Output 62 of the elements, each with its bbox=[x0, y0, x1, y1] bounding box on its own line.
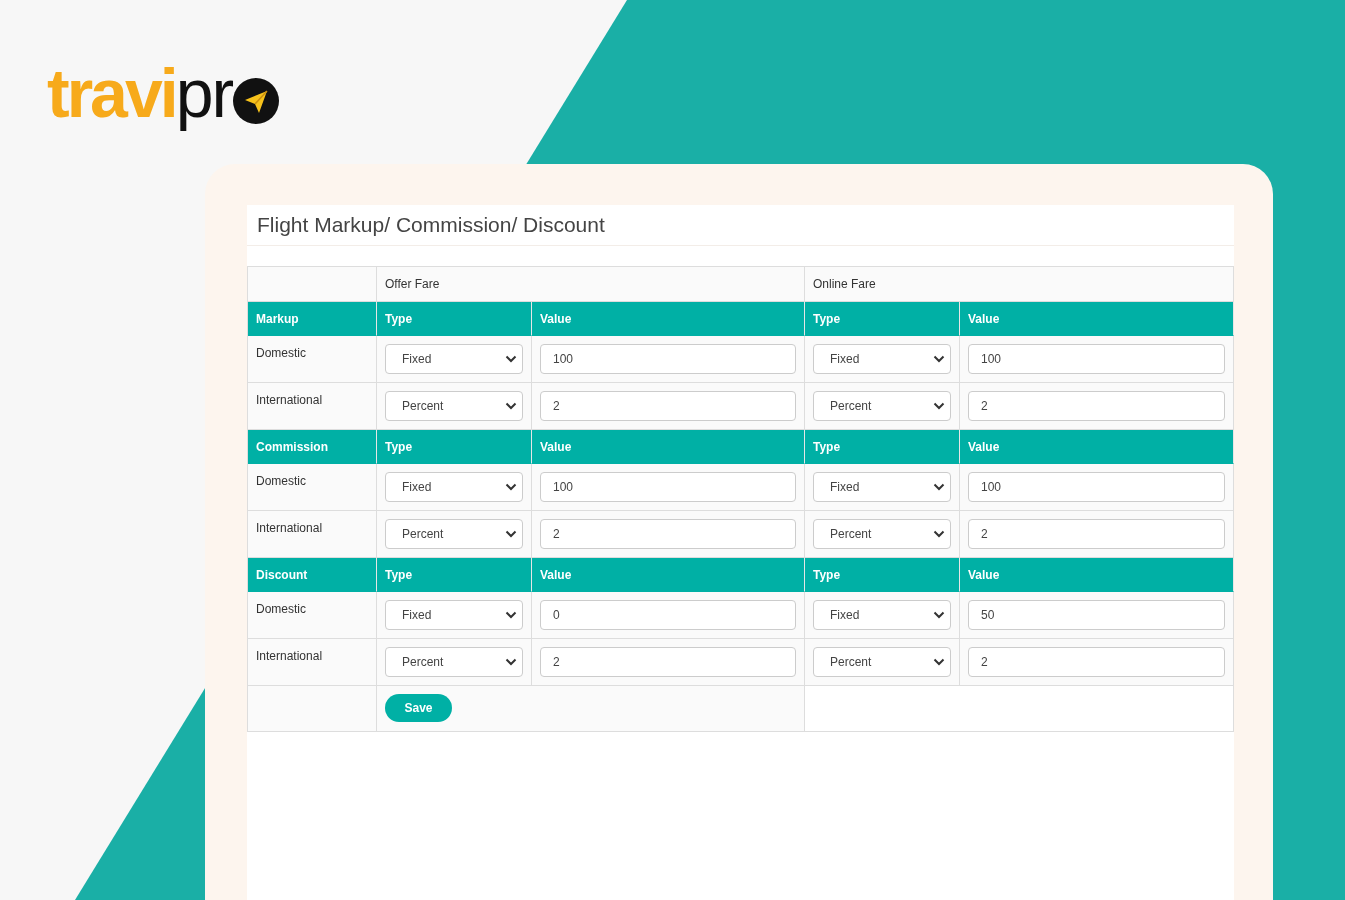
value-input[interactable]: 100 bbox=[540, 344, 796, 374]
section-header: Markup bbox=[248, 302, 377, 336]
value-input[interactable]: 100 bbox=[540, 472, 796, 502]
row-label: Domestic bbox=[248, 464, 377, 511]
type-dropdown[interactable]: Percent bbox=[813, 647, 951, 677]
chevron-down-icon bbox=[933, 611, 945, 619]
value-input[interactable]: 50 bbox=[968, 600, 1225, 630]
column-header: Value bbox=[960, 430, 1234, 464]
value-input[interactable]: 2 bbox=[968, 391, 1225, 421]
chevron-down-icon bbox=[933, 658, 945, 666]
logo-text: travi bbox=[47, 58, 176, 128]
type-dropdown[interactable]: Percent bbox=[385, 519, 523, 549]
row-label: International bbox=[248, 639, 377, 686]
chevron-down-icon bbox=[933, 483, 945, 491]
value-input[interactable]: 2 bbox=[968, 647, 1225, 677]
column-header: Type bbox=[377, 430, 532, 464]
column-header: Value bbox=[532, 302, 805, 336]
row-label: International bbox=[248, 383, 377, 430]
chevron-down-icon bbox=[505, 658, 517, 666]
chevron-down-icon bbox=[933, 402, 945, 410]
value-input[interactable]: 2 bbox=[540, 519, 796, 549]
column-header: Type bbox=[805, 558, 960, 592]
row-label: Domestic bbox=[248, 336, 377, 383]
value-input[interactable]: 0 bbox=[540, 600, 796, 630]
type-dropdown[interactable]: Fixed bbox=[813, 600, 951, 630]
chevron-down-icon bbox=[933, 530, 945, 538]
chevron-down-icon bbox=[505, 530, 517, 538]
chevron-down-icon bbox=[505, 611, 517, 619]
chevron-down-icon bbox=[505, 483, 517, 491]
column-header: Type bbox=[805, 430, 960, 464]
type-dropdown[interactable]: Fixed bbox=[385, 472, 523, 502]
page-title: Flight Markup/ Commission/ Discount bbox=[247, 205, 1234, 246]
column-header: Type bbox=[377, 558, 532, 592]
section-header: Commission bbox=[248, 430, 377, 464]
chevron-down-icon bbox=[505, 355, 517, 363]
value-input[interactable]: 2 bbox=[968, 519, 1225, 549]
column-header: Value bbox=[532, 430, 805, 464]
value-input[interactable]: 2 bbox=[540, 391, 796, 421]
type-dropdown[interactable]: Fixed bbox=[385, 600, 523, 630]
column-header: Value bbox=[532, 558, 805, 592]
type-dropdown[interactable]: Fixed bbox=[813, 472, 951, 502]
type-dropdown[interactable]: Percent bbox=[813, 391, 951, 421]
column-header: Type bbox=[377, 302, 532, 336]
chevron-down-icon bbox=[505, 402, 517, 410]
value-input[interactable]: 2 bbox=[540, 647, 796, 677]
type-dropdown[interactable]: Percent bbox=[813, 519, 951, 549]
type-dropdown[interactable]: Fixed bbox=[385, 344, 523, 374]
column-header: Value bbox=[960, 558, 1234, 592]
type-dropdown[interactable]: Percent bbox=[385, 647, 523, 677]
row-label: Domestic bbox=[248, 592, 377, 639]
type-dropdown[interactable]: Percent bbox=[385, 391, 523, 421]
chevron-down-icon bbox=[933, 355, 945, 363]
value-input[interactable]: 100 bbox=[968, 344, 1225, 374]
section-header: Discount bbox=[248, 558, 377, 592]
column-header: Type bbox=[805, 302, 960, 336]
paper-plane-icon bbox=[233, 78, 280, 124]
type-dropdown[interactable]: Fixed bbox=[813, 344, 951, 374]
column-header: Value bbox=[960, 302, 1234, 336]
value-input[interactable]: 100 bbox=[968, 472, 1225, 502]
column-group-header: Offer Fare bbox=[377, 267, 805, 302]
column-group-header: Online Fare bbox=[805, 267, 1234, 302]
row-label: International bbox=[248, 511, 377, 558]
